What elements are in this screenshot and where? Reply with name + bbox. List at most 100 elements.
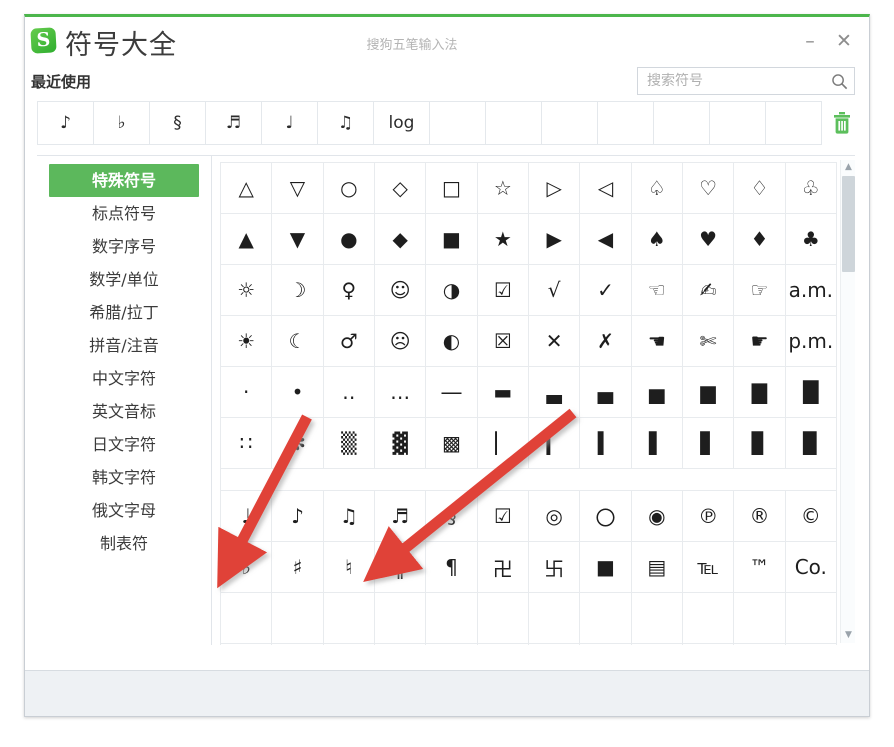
recent-symbol-cell[interactable] bbox=[710, 102, 766, 144]
symbol-cell[interactable]: · bbox=[630, 643, 683, 645]
symbol-cell[interactable]: ✍ bbox=[681, 264, 735, 316]
symbol-cell[interactable]: ♡ bbox=[681, 162, 735, 214]
symbol-cell[interactable]: ♂ bbox=[322, 315, 375, 367]
symbol-cell[interactable]: ▷ bbox=[527, 162, 581, 214]
symbol-cell[interactable]: § bbox=[425, 490, 478, 542]
symbol-cell[interactable]: ◁ bbox=[579, 162, 632, 214]
symbol-cell[interactable]: ― bbox=[425, 366, 478, 418]
symbol-cell[interactable]: ◆ bbox=[373, 213, 427, 265]
symbol-cell[interactable]: ◑ bbox=[425, 264, 478, 316]
recent-symbol-cell[interactable] bbox=[598, 102, 654, 144]
symbol-cell[interactable]: p.m. bbox=[784, 315, 838, 367]
symbol-cell[interactable] bbox=[476, 643, 529, 645]
symbol-cell[interactable]: ‖ bbox=[373, 541, 427, 593]
symbol-cell[interactable]: ▇ bbox=[733, 366, 786, 418]
symbol-cell[interactable]: · bbox=[322, 643, 375, 645]
symbol-cell[interactable]: ◉ bbox=[630, 490, 683, 542]
symbol-cell[interactable]: △ bbox=[219, 162, 273, 214]
sidebar-item-2[interactable]: 数字序号 bbox=[37, 230, 211, 263]
symbol-cell[interactable]: ♫ bbox=[322, 490, 375, 542]
symbol-cell[interactable]: ▩ bbox=[425, 417, 478, 469]
recent-symbol-cell[interactable] bbox=[766, 102, 822, 144]
scroll-down-icon[interactable]: ▼ bbox=[841, 628, 855, 643]
symbol-cell[interactable]: ▏ bbox=[476, 417, 529, 469]
symbol-cell[interactable]: © bbox=[784, 490, 838, 542]
recent-symbol-cell[interactable] bbox=[430, 102, 486, 144]
symbol-cell[interactable]: ♣ bbox=[784, 213, 838, 265]
symbol-cell[interactable]: ℗ bbox=[681, 490, 735, 542]
minimize-button[interactable]: – bbox=[797, 29, 823, 53]
symbol-cell[interactable]: ‥ bbox=[322, 366, 375, 418]
recent-symbol-cell[interactable]: ♬ bbox=[206, 102, 262, 144]
symbol-cell[interactable]: a.m. bbox=[784, 264, 838, 316]
symbol-cell[interactable]: ▊ bbox=[733, 417, 786, 469]
symbol-cell[interactable]: ♭ bbox=[219, 541, 273, 593]
symbol-cell[interactable]: · bbox=[579, 643, 632, 645]
symbol-cell[interactable]: ◀ bbox=[579, 213, 632, 265]
symbol-cell[interactable] bbox=[784, 592, 838, 644]
sidebar-item-0[interactable]: 特殊符号 bbox=[49, 164, 199, 197]
recent-symbol-cell[interactable] bbox=[542, 102, 598, 144]
symbol-cell[interactable]: ♮ bbox=[322, 541, 375, 593]
symbol-cell[interactable]: ▋ bbox=[681, 417, 735, 469]
symbol-cell[interactable] bbox=[373, 592, 427, 644]
recent-symbol-cell[interactable]: log bbox=[374, 102, 430, 144]
sidebar-item-3[interactable]: 数学/单位 bbox=[37, 263, 211, 296]
symbol-cell[interactable]: ♥ bbox=[681, 213, 735, 265]
symbol-cell[interactable]: · bbox=[219, 366, 273, 418]
symbol-cell[interactable]: ▶ bbox=[527, 213, 581, 265]
symbol-cell[interactable]: 卍 bbox=[476, 541, 529, 593]
symbol-cell[interactable]: ▎ bbox=[527, 417, 581, 469]
recent-symbol-cell[interactable]: § bbox=[150, 102, 206, 144]
symbol-cell[interactable]: ✄ bbox=[681, 315, 735, 367]
recent-symbol-cell[interactable]: ♫ bbox=[318, 102, 374, 144]
recent-symbol-cell[interactable] bbox=[486, 102, 542, 144]
symbol-cell[interactable] bbox=[271, 592, 324, 644]
symbol-cell[interactable]: ■ bbox=[579, 541, 632, 593]
symbol-cell[interactable]: (М) bbox=[733, 643, 786, 645]
symbol-cell[interactable]: ☜ bbox=[630, 264, 683, 316]
symbol-cell[interactable]: □ bbox=[425, 162, 478, 214]
symbol-cell[interactable]: ▆ bbox=[681, 366, 735, 418]
recent-symbol-cell[interactable]: ♩ bbox=[262, 102, 318, 144]
symbol-cell[interactable]: … bbox=[373, 366, 427, 418]
symbol-cell[interactable]: ☛ bbox=[733, 315, 786, 367]
symbol-cell[interactable]: ✻ bbox=[271, 417, 324, 469]
symbol-cell[interactable]: ∷ bbox=[219, 417, 273, 469]
symbol-cell[interactable]: √ bbox=[527, 264, 581, 316]
symbol-cell[interactable]: ○ bbox=[322, 162, 375, 214]
symbol-cell[interactable]: ✕ bbox=[527, 315, 581, 367]
recent-symbol-cell[interactable] bbox=[654, 102, 710, 144]
scrollbar-thumb[interactable] bbox=[842, 176, 855, 272]
search-box[interactable] bbox=[637, 67, 855, 95]
symbol-cell[interactable]: − bbox=[425, 643, 478, 645]
symbol-cell[interactable] bbox=[271, 643, 324, 645]
trash-icon[interactable] bbox=[831, 111, 853, 135]
symbol-cell[interactable]: ♯ bbox=[271, 541, 324, 593]
symbol-cell[interactable]: ℡ bbox=[681, 541, 735, 593]
recent-symbol-cell[interactable]: ♭ bbox=[94, 102, 150, 144]
symbol-cell[interactable] bbox=[681, 592, 735, 644]
scroll-up-icon[interactable]: ▲ bbox=[841, 160, 855, 175]
symbol-cell[interactable]: Co. bbox=[784, 541, 838, 593]
sidebar-item-8[interactable]: 日文字符 bbox=[37, 428, 211, 461]
symbol-cell[interactable]: ^ bbox=[681, 643, 735, 645]
symbol-cell[interactable]: ☾ bbox=[271, 315, 324, 367]
symbol-cell[interactable]: ☞ bbox=[733, 264, 786, 316]
symbol-cell[interactable] bbox=[527, 592, 581, 644]
symbol-cell[interactable]: ★ bbox=[476, 213, 529, 265]
symbol-cell[interactable]: ☀ bbox=[219, 315, 273, 367]
symbol-cell[interactable]: ■ bbox=[425, 213, 478, 265]
sidebar-item-10[interactable]: 俄文字母 bbox=[37, 494, 211, 527]
symbol-cell[interactable]: ☽ bbox=[271, 264, 324, 316]
symbol-cell[interactable]: ☺ bbox=[373, 264, 427, 316]
symbol-cell[interactable]: • bbox=[271, 366, 324, 418]
symbol-cell[interactable]: ® bbox=[733, 490, 786, 542]
symbol-cell[interactable]: ♩ bbox=[219, 490, 273, 542]
recent-symbol-cell[interactable]: ♪ bbox=[38, 102, 94, 144]
symbol-cell[interactable]: ◐ bbox=[425, 315, 478, 367]
symbol-cell[interactable]: ▃ bbox=[527, 366, 581, 418]
symbol-cell[interactable]: ☆ bbox=[476, 162, 529, 214]
symbol-cell[interactable]: ▒ bbox=[322, 417, 375, 469]
symbol-cell[interactable]: ▬ bbox=[476, 366, 529, 418]
